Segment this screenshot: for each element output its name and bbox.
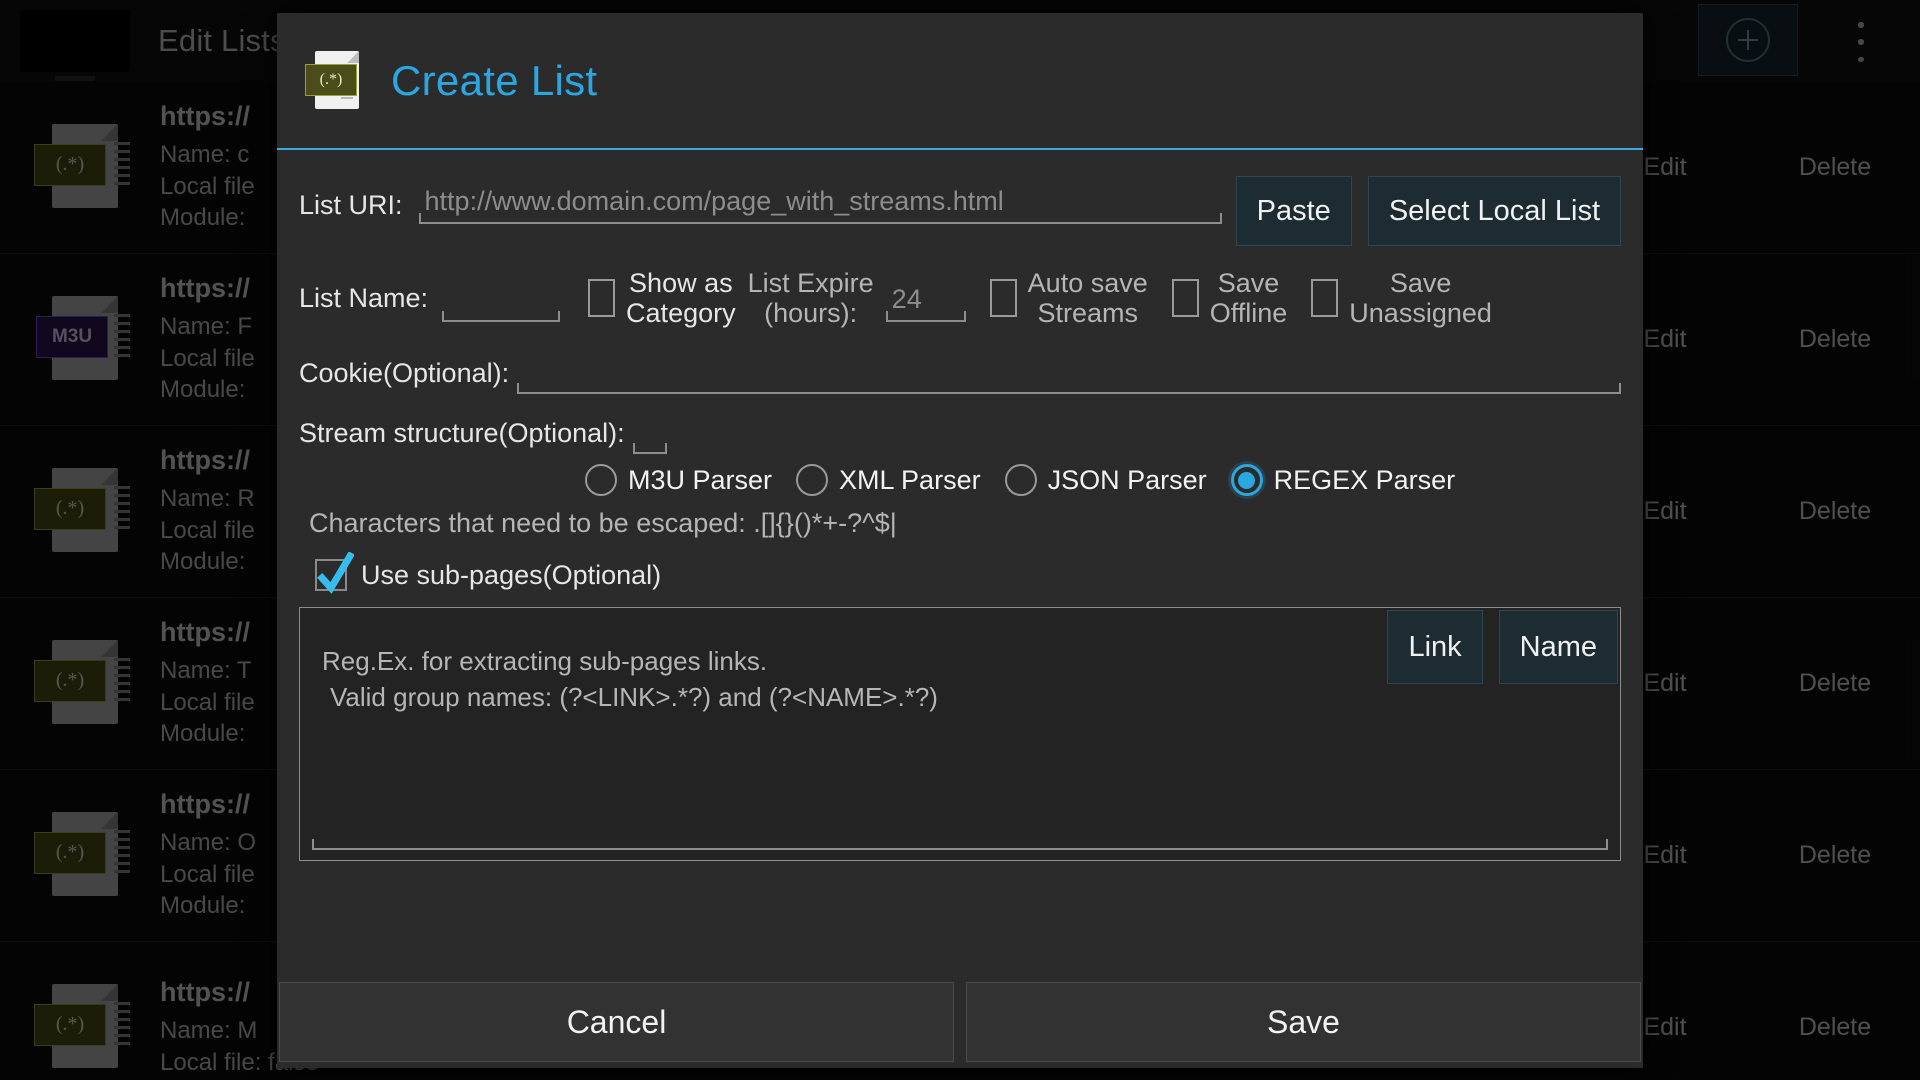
regex-hint-line-2: Valid group names: (?<LINK>.*?) and (?<N… <box>330 681 938 712</box>
regex-underline <box>312 839 1608 851</box>
dialog-title: Create List <box>391 56 598 104</box>
list-name-input[interactable] <box>442 274 561 323</box>
sub-pages-regex-input[interactable]: Reg.Ex. for extracting sub-pages links. … <box>299 607 1621 862</box>
save-unassigned-checkbox[interactable] <box>1311 279 1339 318</box>
stream-structure-label: Stream structure(Optional): <box>299 418 625 449</box>
list-expire-input[interactable]: 24 <box>885 274 966 323</box>
cancel-button[interactable]: Cancel <box>279 982 954 1062</box>
use-sub-pages-label: Use sub-pages(Optional) <box>361 559 662 590</box>
cookie-label: Cookie(Optional): <box>299 358 510 389</box>
list-options-row: List Name: Show as Category List Expire … <box>299 268 1621 328</box>
save-offline-label: Save Offline <box>1209 268 1288 329</box>
parser-radio-group: M3U Parser XML Parser JSON Parser REGEX … <box>299 464 1621 497</box>
parser-label-json: JSON Parser <box>1047 465 1207 496</box>
radio-icon <box>796 464 829 497</box>
use-sub-pages-row[interactable]: Use sub-pages(Optional) <box>299 552 1621 595</box>
dialog-body: List URI: http://www.domain.com/page_wit… <box>277 150 1643 982</box>
parser-option-regex[interactable]: REGEX Parser <box>1230 464 1456 497</box>
parser-label-xml: XML Parser <box>839 465 981 496</box>
dialog-footer: Cancel Save <box>277 982 1643 1068</box>
regex-badge-icon: (.*) <box>305 63 357 96</box>
checkmark-icon <box>317 552 354 595</box>
list-expire-placeholder: 24 <box>891 284 922 315</box>
stream-structure-input[interactable] <box>632 406 667 455</box>
paste-button[interactable]: Paste <box>1235 176 1352 246</box>
save-unassigned-label: Save Unassigned <box>1349 268 1492 329</box>
auto-save-streams-checkbox[interactable] <box>989 279 1017 318</box>
escape-note: Characters that need to be escaped: .[]{… <box>309 508 897 539</box>
parser-option-m3u[interactable]: M3U Parser <box>585 464 773 497</box>
regex-insert-buttons: Link Name <box>1387 610 1618 685</box>
radio-icon <box>585 464 617 497</box>
insert-name-button[interactable]: Name <box>1498 610 1618 685</box>
insert-link-button[interactable]: Link <box>1387 610 1483 685</box>
cookie-row: Cookie(Optional): <box>299 346 1621 395</box>
parser-option-xml[interactable]: XML Parser <box>796 464 981 497</box>
list-uri-row: List URI: http://www.domain.com/page_wit… <box>299 176 1621 246</box>
cookie-input[interactable] <box>517 346 1621 395</box>
use-sub-pages-checkbox[interactable] <box>315 552 354 595</box>
list-uri-placeholder: http://www.domain.com/page_with_streams.… <box>424 186 1004 216</box>
radio-selected-icon <box>1230 464 1263 497</box>
radio-icon <box>1004 464 1037 497</box>
list-uri-input[interactable]: http://www.domain.com/page_with_streams.… <box>418 176 1222 224</box>
parser-label-m3u: M3U Parser <box>628 465 773 496</box>
stream-structure-row: Stream structure(Optional): <box>299 406 1621 455</box>
list-name-label: List Name: <box>299 282 429 313</box>
parser-option-json[interactable]: JSON Parser <box>1004 464 1207 497</box>
save-offline-checkbox[interactable] <box>1171 279 1199 318</box>
list-uri-label: List URI: <box>299 190 403 220</box>
show-as-category-label: Show as Category <box>626 268 736 329</box>
parser-label-regex: REGEX Parser <box>1273 465 1456 496</box>
screen: Edit Lists (.*) https:// Name: c Local f… <box>0 0 1920 1080</box>
list-expire-label: List Expire (hours): <box>747 268 874 329</box>
dialog-header: (.*) Create List <box>277 13 1643 148</box>
regex-document-icon: (.*) <box>305 49 365 113</box>
save-button[interactable]: Save <box>966 982 1641 1062</box>
select-local-list-button[interactable]: Select Local List <box>1367 176 1621 246</box>
create-list-dialog: (.*) Create List List URI: http://www.do… <box>277 13 1643 1068</box>
show-as-category-checkbox[interactable] <box>588 279 616 318</box>
escape-note-row: Characters that need to be escaped: .[]{… <box>299 508 1621 539</box>
auto-save-streams-label: Auto save Streams <box>1027 268 1148 329</box>
